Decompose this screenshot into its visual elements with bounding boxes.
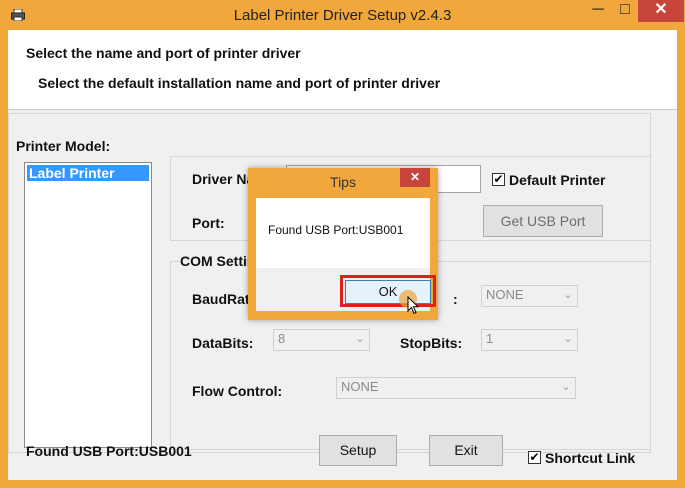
- chevron-down-icon: ⌄: [561, 381, 571, 393]
- chevron-down-icon: ⌄: [355, 333, 365, 345]
- driver-name-label: Driver Na: [192, 171, 255, 187]
- parity-label-fragment: :: [453, 291, 458, 307]
- header-title: Select the name and port of printer driv…: [26, 45, 301, 61]
- status-text: Found USB Port:USB001: [26, 443, 192, 459]
- parity-select[interactable]: NONE ⌄: [481, 285, 578, 307]
- window-title: Label Printer Driver Setup v2.4.3: [233, 7, 452, 24]
- databits-select[interactable]: 8 ⌄: [273, 329, 370, 351]
- list-item[interactable]: Label Printer: [27, 165, 149, 181]
- port-label: Port:: [192, 215, 225, 231]
- header-subtitle: Select the default installation name and…: [38, 75, 441, 91]
- maximize-button[interactable]: □: [612, 0, 638, 22]
- get-usb-port-button[interactable]: Get USB Port: [483, 205, 603, 237]
- minimize-button[interactable]: ─: [584, 0, 612, 22]
- databits-value: 8: [278, 331, 286, 346]
- baud-rate-label: BaudRat: [192, 291, 250, 307]
- stopbits-select[interactable]: 1 ⌄: [481, 329, 578, 351]
- dialog-close-button[interactable]: ✕: [400, 168, 430, 187]
- flow-control-value: NONE: [341, 379, 379, 394]
- exit-button[interactable]: Exit: [429, 435, 503, 466]
- parity-value: NONE: [486, 287, 524, 302]
- flow-control-select[interactable]: NONE ⌄: [336, 377, 576, 399]
- stopbits-value: 1: [486, 331, 494, 346]
- close-button[interactable]: ✕: [638, 0, 684, 22]
- chevron-down-icon: ⌄: [563, 289, 573, 301]
- default-printer-checkbox[interactable]: ✔: [492, 173, 505, 186]
- shortcut-link-label: Shortcut Link: [545, 450, 636, 466]
- chevron-down-icon: ⌄: [563, 333, 573, 345]
- com-settings-label: COM Settin: [180, 253, 259, 269]
- stopbits-label: StopBits:: [400, 335, 463, 351]
- dialog-message: Found USB Port:USB001: [268, 223, 404, 237]
- shortcut-link-checkbox[interactable]: ✔: [528, 451, 541, 464]
- databits-label: DataBits:: [192, 335, 254, 351]
- flow-control-label: Flow Control:: [192, 383, 283, 399]
- setup-button[interactable]: Setup: [319, 435, 397, 466]
- printer-model-list[interactable]: Label Printer: [24, 162, 152, 448]
- mouse-pointer-icon: [407, 295, 420, 315]
- header-panel: Select the name and port of printer driv…: [8, 30, 677, 110]
- default-printer-label: Default Printer: [509, 172, 606, 188]
- printer-model-label: Printer Model:: [16, 138, 111, 154]
